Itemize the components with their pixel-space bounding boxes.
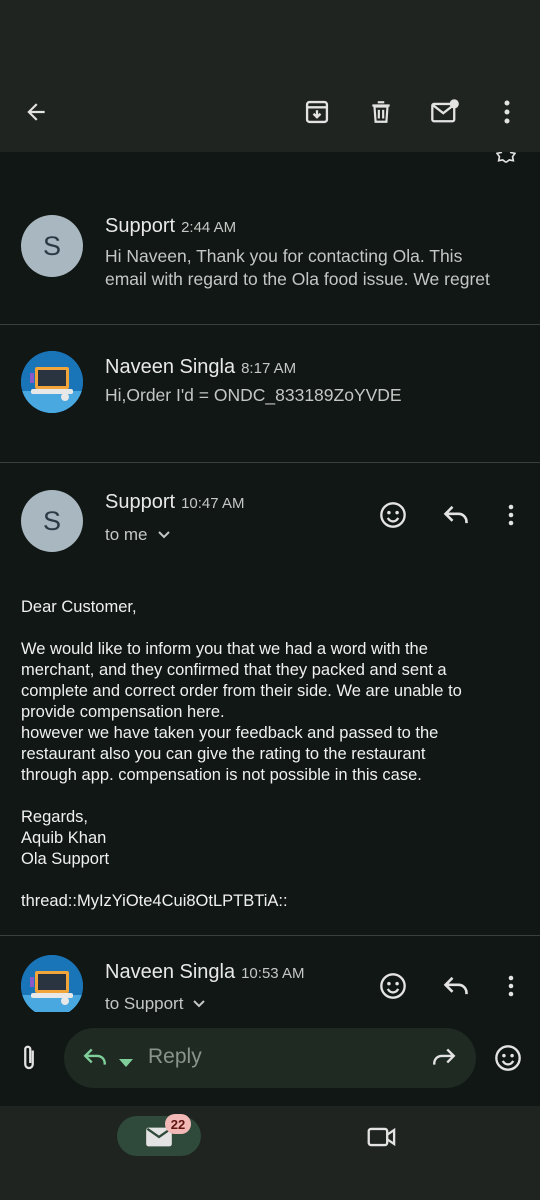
add-reaction-icon[interactable] [375, 968, 411, 1004]
recipient-label: to me [105, 525, 148, 544]
back-arrow-icon[interactable] [16, 92, 56, 132]
reply-icon[interactable] [438, 497, 474, 533]
message-snippet: Hi,Order I'd = ONDC_833189ZoYVDE [105, 385, 402, 405]
recipient-details-toggle[interactable]: to me [105, 525, 170, 545]
avatar [21, 955, 83, 1012]
status-bar [0, 0, 540, 70]
signoff: Regards, Aquib Khan Ola Support [21, 808, 110, 868]
divider [0, 462, 540, 463]
snippet-line: email with regard to the Ola food issue.… [105, 269, 490, 289]
message-time: 10:47 AM [181, 495, 245, 512]
greeting: Dear Customer, [21, 598, 137, 616]
more-vert-icon[interactable] [493, 497, 529, 533]
message-snippet: Hi Naveen, Thank you for contacting Ola.… [105, 245, 525, 291]
snippet-line: Hi Naveen, Thank you for contacting Ola.… [105, 246, 463, 266]
chevron-down-icon [157, 531, 170, 539]
message-time: 2:44 AM [181, 219, 237, 236]
message-body: Dear Customer, We would like to inform y… [21, 597, 521, 912]
attach-icon[interactable] [18, 1043, 40, 1078]
nav-meet-tab[interactable] [367, 1126, 397, 1153]
body-paragraph: We would like to inform you that we had … [21, 640, 462, 784]
divider [0, 935, 540, 936]
archive-icon[interactable] [297, 92, 337, 132]
message-time: 10:53 AM [241, 965, 305, 982]
sender-name: Support 2:44 AM [105, 215, 237, 237]
forward-icon[interactable] [431, 1046, 457, 1073]
message-time: 8:17 AM [241, 360, 297, 377]
email-thread: S Support 2:44 AM Hi Naveen, Thank you fo… [0, 152, 540, 1012]
avatar: S [21, 215, 83, 277]
laptop-illustration-icon [21, 955, 83, 1012]
avatar [21, 351, 83, 413]
mark-unread-icon[interactable] [425, 92, 465, 132]
reply-placeholder: Reply [148, 1045, 202, 1068]
delete-icon[interactable] [361, 92, 401, 132]
more-vert-icon[interactable] [487, 92, 527, 132]
thread-id: thread::MyIzYiOte4Cui8OtLPTBTiA:: [21, 892, 288, 910]
sender-name: Naveen Singla 10:53 AM [105, 961, 305, 983]
recipient-label: to Support [105, 994, 184, 1012]
unread-count-badge: 22 [165, 1114, 191, 1134]
sender-name: Naveen Singla 8:17 AM [105, 356, 297, 378]
bottom-navigation [0, 1106, 540, 1200]
emoji-icon[interactable] [494, 1044, 522, 1077]
add-reaction-icon[interactable] [375, 497, 411, 533]
avatar: S [21, 490, 83, 552]
video-camera-icon [367, 1127, 396, 1147]
reply-icon[interactable] [82, 1046, 108, 1073]
reply-type-dropdown-icon[interactable] [119, 1054, 133, 1072]
recipient-details-toggle[interactable]: to Support [105, 994, 206, 1012]
star-icon[interactable] [495, 152, 517, 164]
reply-icon[interactable] [438, 968, 474, 1004]
chevron-down-icon [193, 1000, 206, 1008]
sender-name: Support 10:47 AM [105, 491, 245, 513]
laptop-illustration-icon [21, 351, 83, 413]
divider [0, 324, 540, 325]
more-vert-icon[interactable] [493, 968, 529, 1004]
